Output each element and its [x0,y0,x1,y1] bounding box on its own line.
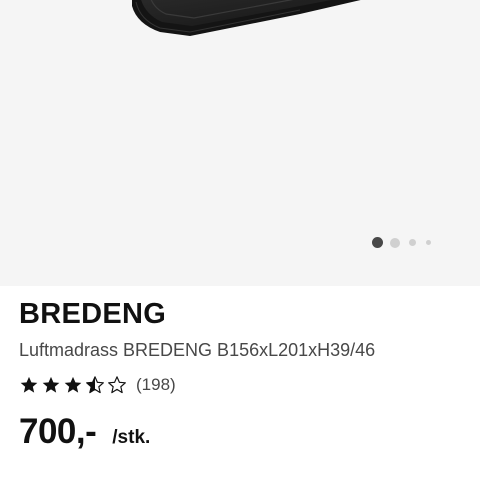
star-full-icon [42,376,60,393]
star-full-icon [20,376,38,393]
price-unit: /stk. [112,427,151,448]
star-empty-icon [108,376,126,394]
gallery-dot-active[interactable] [372,237,383,248]
product-name[interactable]: BREDENG [19,298,166,331]
gallery-dot[interactable] [390,237,400,248]
star-half-icon [86,376,104,394]
rating-stars [19,375,129,395]
product-rating[interactable]: (198) [19,374,176,396]
review-count[interactable]: (198) [136,375,176,395]
gallery-pagination [372,237,431,248]
product-image-gallery[interactable] [0,0,480,286]
price-row: 700,- /stk. [19,412,150,452]
product-description[interactable]: Luftmadrass BREDENG B156xL201xH39/46 [19,340,375,361]
product-page: BREDENG Luftmadrass BREDENG B156xL201xH3… [0,0,480,480]
gallery-dot[interactable] [426,240,431,245]
star-full-icon [64,376,82,393]
product-price: 700,- [19,412,97,451]
gallery-dot[interactable] [409,239,416,246]
